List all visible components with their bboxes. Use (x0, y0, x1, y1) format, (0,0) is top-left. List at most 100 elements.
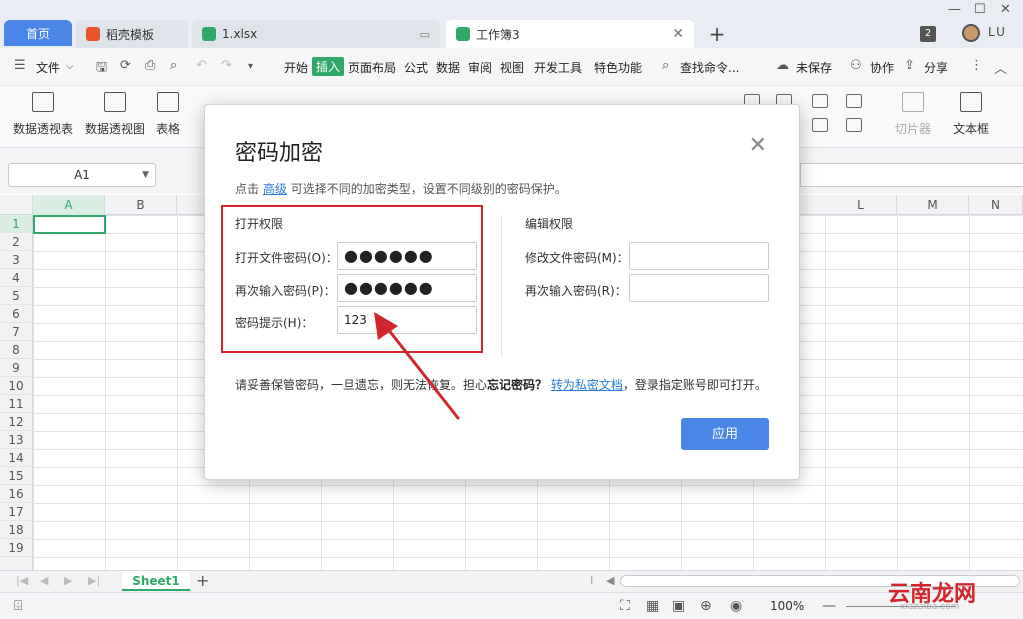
row-header[interactable]: 12 (0, 413, 32, 431)
maximize-icon[interactable]: ☐ (974, 2, 986, 17)
collab-button[interactable]: 协作 (870, 59, 894, 76)
menu-file[interactable]: 文件 (36, 59, 60, 76)
row-header[interactable]: 18 (0, 521, 32, 539)
user-name[interactable]: LU (988, 25, 1007, 39)
chart-type-icon[interactable] (846, 94, 862, 108)
slicer-button[interactable]: 切片器 (888, 92, 938, 137)
row-header[interactable]: 14 (0, 449, 32, 467)
prev-sheet-icon[interactable]: ◀ (40, 574, 48, 587)
row-header[interactable]: 5 (0, 287, 32, 305)
print-icon[interactable]: ⎙ (145, 58, 155, 73)
scroll-handle-icon[interactable]: ⁞ (590, 574, 594, 587)
chevron-down-icon[interactable]: ▼ (142, 164, 149, 186)
apply-button[interactable]: 应用 (681, 418, 769, 450)
macro-icon[interactable]: ⌹ (14, 598, 22, 614)
advanced-link[interactable]: 高级 (263, 182, 287, 196)
row-header[interactable]: 8 (0, 341, 32, 359)
zoom-out-icon[interactable]: — (822, 598, 836, 614)
zoom-level[interactable]: 100% (770, 599, 804, 613)
chart-type-icon[interactable] (812, 118, 828, 132)
share-icon[interactable]: ⇪ (904, 58, 915, 73)
search-icon[interactable]: ⌕ (662, 58, 669, 73)
close-icon[interactable]: ✕ (749, 133, 767, 158)
monitor-icon[interactable]: ▭ (420, 28, 430, 41)
collab-icon[interactable]: ⚇ (850, 58, 862, 73)
collapse-ribbon-icon[interactable]: ︿ (994, 58, 1007, 77)
menu-insert[interactable]: 插入 (312, 57, 345, 76)
pivot-chart-button[interactable]: 数据透视图 (82, 92, 148, 137)
selected-cell[interactable] (33, 215, 106, 234)
formula-input[interactable] (800, 163, 1023, 187)
reading-mode-icon[interactable]: ⊕ (700, 598, 712, 614)
textbox-button[interactable]: 文本框 (946, 92, 996, 137)
page-break-icon[interactable]: ▣ (672, 598, 685, 614)
cloud-icon[interactable]: ☁ (776, 58, 789, 73)
row-header[interactable]: 7 (0, 323, 32, 341)
tab-file1[interactable]: 1.xlsx ▭ (192, 20, 440, 48)
password-hint-input[interactable]: 123 (337, 306, 477, 334)
private-document-link[interactable]: 转为私密文档 (551, 378, 623, 392)
tab-template[interactable]: 稻壳模板 (76, 20, 188, 48)
row-header[interactable]: 4 (0, 269, 32, 287)
unsaved-status[interactable]: 未保存 (796, 59, 832, 76)
eye-protect-icon[interactable]: ◉ (730, 598, 742, 614)
hamburger-icon[interactable]: ☰ (14, 58, 26, 73)
print-preview-icon[interactable]: ⌕ (170, 58, 177, 73)
menu-features[interactable]: 特色功能 (594, 59, 642, 76)
redo-icon[interactable]: ↷ (221, 58, 232, 73)
add-sheet-icon[interactable]: + (196, 571, 209, 590)
chart-type-icon[interactable] (846, 118, 862, 132)
row-header[interactable]: 3 (0, 251, 32, 269)
select-all-corner[interactable] (0, 195, 33, 215)
format-painter-icon[interactable]: ⟳ (120, 58, 131, 73)
menu-formulas[interactable]: 公式 (404, 59, 428, 76)
row-header[interactable]: 6 (0, 305, 32, 323)
open-confirm-input[interactable]: ●●●●●● (337, 274, 477, 302)
row-header[interactable]: 13 (0, 431, 32, 449)
column-header[interactable]: L (825, 195, 897, 215)
row-header[interactable]: 17 (0, 503, 32, 521)
sheet-tab-sheet1[interactable]: Sheet1 (122, 571, 190, 591)
column-header[interactable]: B (105, 195, 177, 215)
table-button[interactable]: 表格 (152, 92, 184, 137)
row-header[interactable]: 15 (0, 467, 32, 485)
avatar[interactable] (962, 24, 980, 42)
row-header[interactable]: 2 (0, 233, 32, 251)
minimize-icon[interactable]: — (948, 2, 961, 17)
edit-password-input[interactable] (629, 242, 769, 270)
first-sheet-icon[interactable]: |◀ (16, 574, 28, 587)
column-header[interactable]: A (33, 195, 105, 215)
menu-developer[interactable]: 开发工具 (534, 59, 582, 76)
undo-icon[interactable]: ↶ (196, 58, 207, 73)
row-header[interactable]: 10 (0, 377, 32, 395)
window-count-badge[interactable]: 2 (920, 26, 936, 42)
scroll-left-icon[interactable]: ◀ (606, 574, 614, 587)
name-box[interactable]: A1 ▼ (8, 163, 156, 187)
column-header[interactable]: M (897, 195, 969, 215)
pivot-table-button[interactable]: 数据透视表 (10, 92, 76, 137)
row-header[interactable]: 19 (0, 539, 32, 557)
menu-start[interactable]: 开始 (284, 59, 308, 76)
open-password-input[interactable]: ●●●●●● (337, 242, 477, 270)
row-header[interactable]: 11 (0, 395, 32, 413)
menu-review[interactable]: 审阅 (468, 59, 492, 76)
command-search[interactable]: 查找命令... (680, 59, 739, 76)
last-sheet-icon[interactable]: ▶| (88, 574, 100, 587)
share-button[interactable]: 分享 (924, 59, 948, 76)
more-icon[interactable]: ▾ (248, 61, 253, 72)
tab-workbook[interactable]: 工作簿3 ✕ (446, 20, 694, 48)
menu-data[interactable]: 数据 (436, 59, 460, 76)
column-header[interactable]: N (969, 195, 1023, 215)
fullscreen-icon[interactable]: ⛶ (620, 598, 630, 614)
more-vertical-icon[interactable]: ⋮ (970, 58, 983, 73)
menu-view[interactable]: 视图 (500, 59, 524, 76)
row-header[interactable]: 16 (0, 485, 32, 503)
edit-confirm-input[interactable] (629, 274, 769, 302)
next-sheet-icon[interactable]: ▶ (64, 574, 72, 587)
menu-page-layout[interactable]: 页面布局 (348, 59, 396, 76)
save-icon[interactable]: 🖫 (96, 58, 107, 80)
close-tab-icon[interactable]: ✕ (672, 26, 684, 42)
tab-home[interactable]: 首页 (4, 20, 72, 46)
new-tab-icon[interactable]: + (706, 22, 728, 46)
close-window-icon[interactable]: ✕ (1000, 2, 1011, 17)
